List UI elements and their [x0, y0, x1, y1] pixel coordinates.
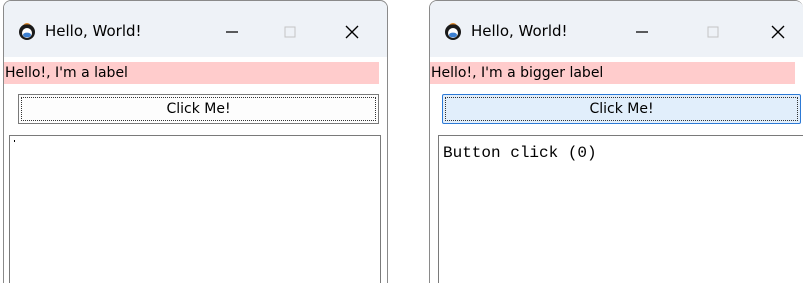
close-icon[interactable] [763, 19, 793, 45]
close-icon[interactable] [337, 19, 367, 45]
window-title: Hello, World! [471, 22, 568, 40]
app-icon [17, 21, 37, 41]
greeting-label: Hello!, I'm a bigger label [430, 62, 795, 84]
title-bar[interactable]: Hello, World! [4, 1, 387, 57]
click-me-button[interactable]: Click Me! [18, 94, 379, 124]
output-textbox[interactable]: Button click (0) [438, 135, 803, 283]
text-caret [14, 140, 15, 142]
output-text: Button click (0) [443, 144, 597, 162]
app-window-after-click: Hello, World! Hello!, I'm a bigger label… [429, 0, 803, 283]
maximize-icon[interactable] [698, 19, 728, 45]
window-title: Hello, World! [45, 22, 142, 40]
output-textbox[interactable] [9, 135, 381, 283]
app-window-initial: Hello, World! Hello!, I'm a label Click … [3, 0, 388, 283]
title-bar[interactable]: Hello, World! [430, 1, 803, 57]
maximize-icon[interactable] [275, 19, 305, 45]
minimize-icon[interactable] [217, 19, 247, 45]
minimize-icon[interactable] [627, 19, 657, 45]
app-icon [443, 21, 463, 41]
click-me-button[interactable]: Click Me! [442, 94, 801, 124]
greeting-label: Hello!, I'm a label [4, 62, 379, 84]
